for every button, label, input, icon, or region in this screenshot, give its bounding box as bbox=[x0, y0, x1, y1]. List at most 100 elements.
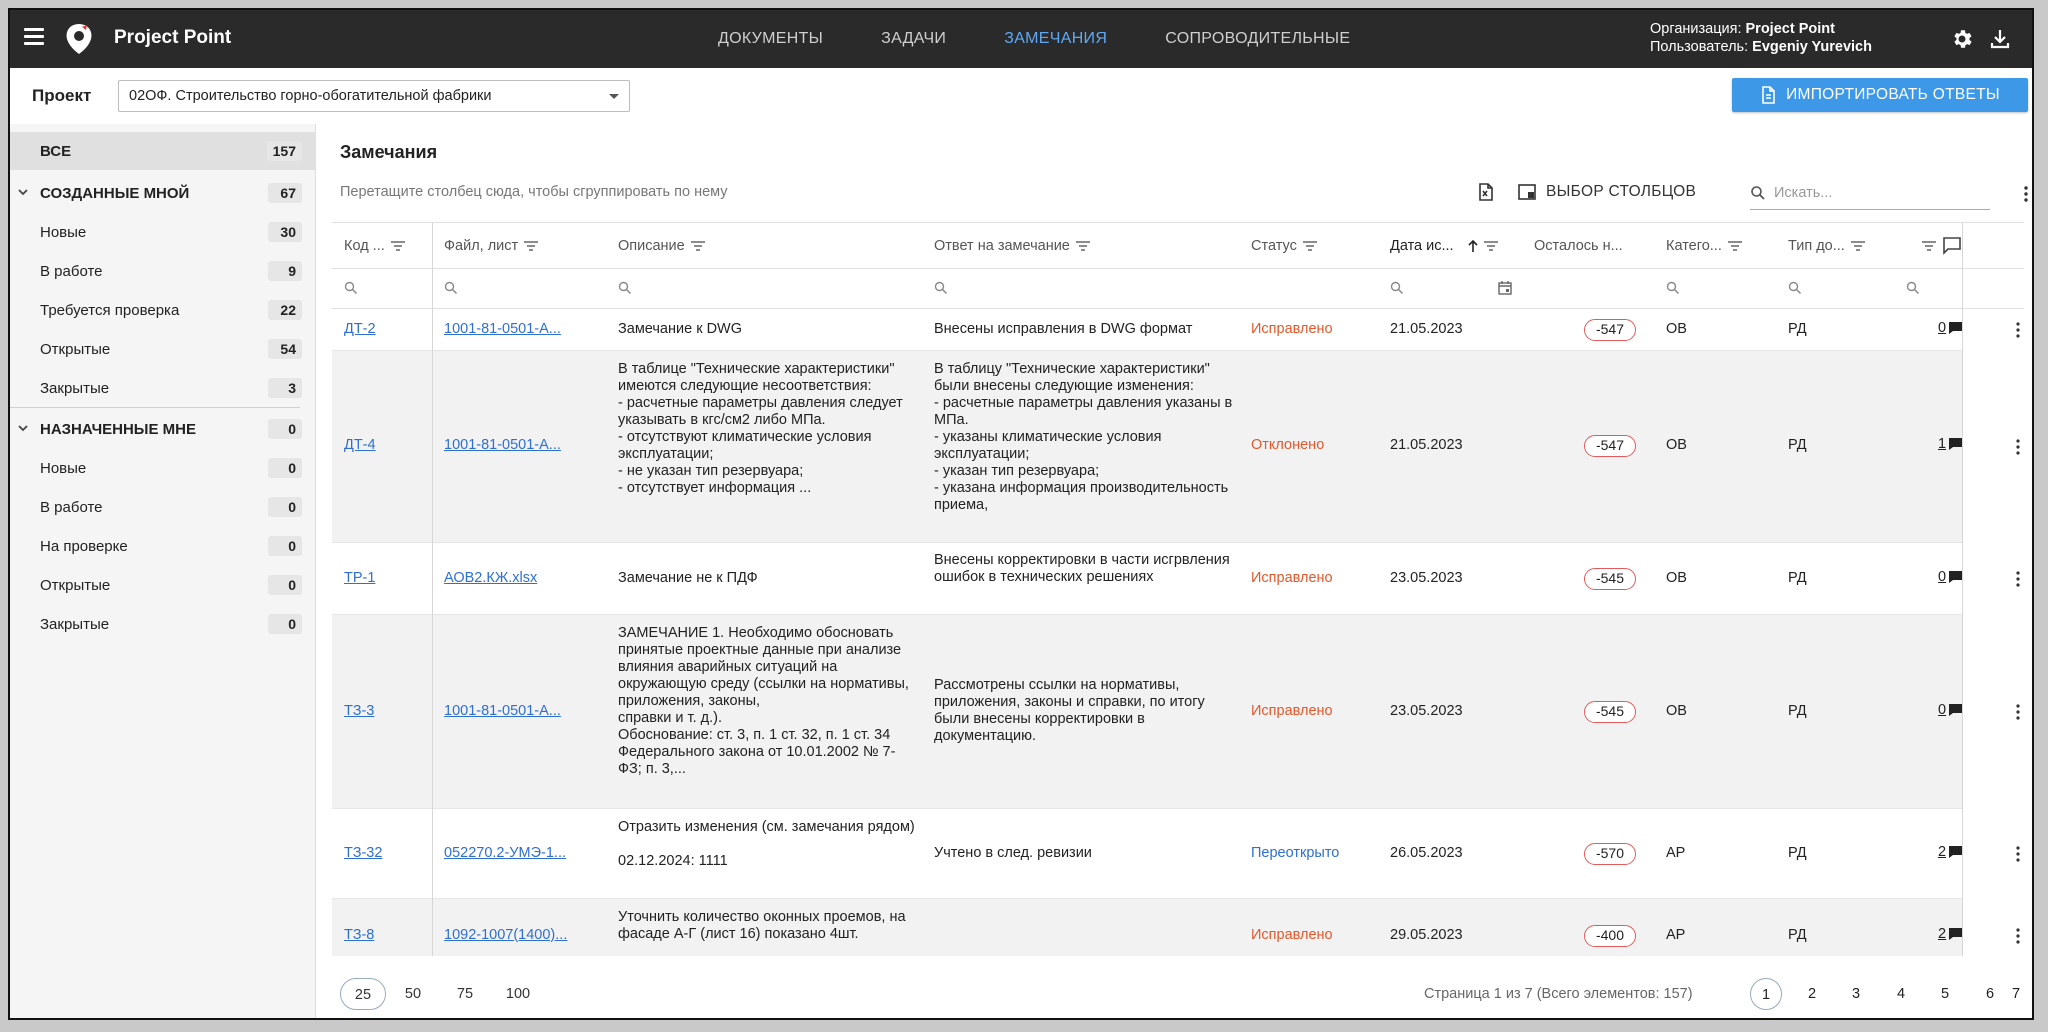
comments-link[interactable]: 2 bbox=[1938, 926, 1962, 942]
calendar-icon[interactable] bbox=[1498, 281, 1512, 295]
row-actions-icon[interactable] bbox=[2016, 928, 2020, 944]
remark-file-link[interactable]: 1001-81-0501-A... bbox=[444, 437, 606, 454]
filter-lines-icon[interactable] bbox=[1727, 240, 1742, 252]
remark-code-link[interactable]: ТЗ-32 bbox=[344, 845, 434, 862]
column-header-doc-type[interactable]: Тип до... bbox=[1788, 223, 1865, 269]
remark-code-link[interactable]: ТР-1 bbox=[344, 570, 434, 587]
comments-link[interactable]: 1 bbox=[1938, 436, 1964, 452]
filter-lines-icon[interactable] bbox=[524, 240, 539, 252]
filter-lines-icon[interactable] bbox=[1302, 240, 1317, 252]
column-chooser-button[interactable]: ВЫБОР СТОЛБЦОВ bbox=[1518, 180, 1696, 204]
gear-icon[interactable] bbox=[1950, 27, 1974, 51]
sidebar-item-created-new[interactable]: Новые 30 bbox=[10, 213, 316, 251]
remark-file-link[interactable]: 052270.2-УМЭ-1... bbox=[444, 845, 606, 862]
sidebar-item-created-check[interactable]: Требуется проверка 22 bbox=[10, 291, 316, 329]
table-row[interactable]: ТЗ-3 1001-81-0501-A... ЗАМЕЧАНИЕ 1. Необ… bbox=[332, 615, 1964, 809]
sidebar-item-created-open[interactable]: Открытые 54 bbox=[10, 330, 316, 368]
column-header-comments[interactable] bbox=[1922, 223, 1962, 269]
column-header-date[interactable]: Дата ис... bbox=[1390, 223, 1498, 269]
filter-lines-icon[interactable] bbox=[1483, 240, 1498, 252]
search-icon[interactable] bbox=[1666, 281, 1680, 295]
page-size-50[interactable]: 50 bbox=[396, 978, 430, 1010]
row-actions-icon[interactable] bbox=[2016, 322, 2020, 338]
column-header-answer[interactable]: Ответ на замечание bbox=[934, 223, 1090, 269]
search-icon[interactable] bbox=[1788, 281, 1802, 295]
page-3-button[interactable]: 3 bbox=[1840, 978, 1872, 1010]
sidebar-item-assigned-closed[interactable]: Закрытые 0 bbox=[10, 605, 316, 643]
remark-answer: В таблицу "Технические характеристики" б… bbox=[934, 361, 1233, 513]
remark-file-link[interactable]: 1001-81-0501-A... bbox=[444, 321, 606, 338]
sidebar-item-assigned-review[interactable]: На проверке 0 bbox=[10, 527, 316, 565]
search-icon[interactable] bbox=[1906, 281, 1920, 295]
import-answers-label: ИМПОРТИРОВАТЬ ОТВЕТЫ bbox=[1786, 86, 2000, 103]
hamburger-menu-icon[interactable] bbox=[24, 28, 44, 50]
table-row[interactable]: ДТ-2 1001-81-0501-A... Замечание к DWG В… bbox=[332, 309, 1964, 351]
column-header-code[interactable]: Код ... bbox=[344, 223, 405, 269]
download-icon[interactable] bbox=[1988, 27, 2012, 51]
nav-accompanying[interactable]: СОПРОВОДИТЕЛЬНЫЕ bbox=[1165, 30, 1350, 48]
search-icon[interactable] bbox=[344, 281, 358, 295]
comments-link[interactable]: 0 bbox=[1938, 320, 1964, 336]
remark-code-link[interactable]: ТЗ-3 bbox=[344, 703, 434, 720]
row-actions-icon[interactable] bbox=[2016, 846, 2020, 862]
sidebar-item-assigned-new[interactable]: Новые 0 bbox=[10, 449, 316, 487]
remark-code-link[interactable]: ДТ-4 bbox=[344, 437, 434, 454]
more-vertical-icon[interactable] bbox=[2024, 186, 2028, 202]
filter-lines-icon[interactable] bbox=[390, 240, 405, 252]
filter-lines-icon[interactable] bbox=[1850, 240, 1865, 252]
project-select[interactable]: 02ОФ. Строительство горно-обогатительной… bbox=[118, 80, 630, 112]
comments-link[interactable]: 0 bbox=[1938, 569, 1964, 585]
row-actions-icon[interactable] bbox=[2016, 704, 2020, 720]
remark-code-link[interactable]: ДТ-2 bbox=[344, 321, 434, 338]
table-row[interactable]: ДТ-4 1001-81-0501-A... В таблице "Технич… bbox=[332, 351, 1964, 543]
remark-file-link[interactable]: 1001-81-0501-A... bbox=[444, 703, 606, 720]
comments-link[interactable]: 2 bbox=[1938, 844, 1964, 860]
page-size-100[interactable]: 100 bbox=[498, 978, 538, 1010]
group-drop-zone[interactable]: Перетащите столбец сюда, чтобы сгруппиро… bbox=[340, 184, 728, 200]
export-excel-icon[interactable] bbox=[1476, 182, 1496, 202]
row-actions-icon[interactable] bbox=[2016, 439, 2020, 455]
page-1-button[interactable]: 1 bbox=[1750, 978, 1782, 1010]
remark-file-link[interactable]: 1092-1007(1400)... bbox=[444, 927, 606, 944]
search-icon[interactable] bbox=[444, 281, 458, 295]
nav-tasks[interactable]: ЗАДАЧИ bbox=[881, 30, 946, 48]
column-header-description[interactable]: Описание bbox=[618, 223, 705, 269]
column-header-status[interactable]: Статус bbox=[1251, 223, 1317, 269]
nav-remarks[interactable]: ЗАМЕЧАНИЯ bbox=[1004, 30, 1107, 48]
search-icon[interactable] bbox=[1390, 281, 1404, 295]
sort-up-icon[interactable] bbox=[1468, 239, 1478, 253]
page-size-25[interactable]: 25 bbox=[340, 978, 386, 1010]
sidebar-item-created-closed[interactable]: Закрытые 3 bbox=[10, 369, 316, 407]
column-header-days-left[interactable]: Осталось н... bbox=[1534, 223, 1623, 269]
table-row[interactable]: ТЗ-8 1092-1007(1400)... Уточнить количес… bbox=[332, 899, 1962, 956]
filter-lines-icon[interactable] bbox=[1075, 240, 1090, 252]
sidebar-group-created[interactable]: СОЗДАННЫЕ МНОЙ 67 bbox=[10, 174, 316, 212]
sidebar-item-created-in-work[interactable]: В работе 9 bbox=[10, 252, 316, 290]
row-actions-icon[interactable] bbox=[2016, 571, 2020, 587]
page-5-button[interactable]: 5 bbox=[1929, 978, 1961, 1010]
sidebar-item-assigned-open[interactable]: Открытые 0 bbox=[10, 566, 316, 604]
table-row[interactable]: ТР-1 АОВ2.КЖ.xlsx Замечание не к ПДФ Вне… bbox=[332, 543, 1964, 615]
comments-link[interactable]: 0 bbox=[1938, 702, 1964, 718]
comment-count: 2 bbox=[1938, 926, 1947, 942]
sidebar-item-all[interactable]: ВСЕ 157 bbox=[10, 132, 316, 170]
sidebar-item-assigned-in-work[interactable]: В работе 0 bbox=[10, 488, 316, 526]
column-header-file[interactable]: Файл, лист bbox=[444, 223, 539, 269]
import-answers-button[interactable]: ИМПОРТИРОВАТЬ ОТВЕТЫ bbox=[1732, 78, 2028, 112]
search-input[interactable] bbox=[1774, 184, 1974, 201]
column-header-category[interactable]: Катего... bbox=[1666, 223, 1742, 269]
table-row[interactable]: ТЗ-32 052270.2-УМЭ-1... Отразить изменен… bbox=[332, 809, 1964, 899]
remark-description: Замечание не к ПДФ bbox=[618, 570, 758, 586]
search-icon[interactable] bbox=[934, 281, 948, 295]
remark-file-link[interactable]: АОВ2.КЖ.xlsx bbox=[444, 570, 606, 587]
page-size-75[interactable]: 75 bbox=[448, 978, 482, 1010]
nav-documents[interactable]: ДОКУМЕНТЫ bbox=[718, 30, 823, 48]
page-2-button[interactable]: 2 bbox=[1796, 978, 1828, 1010]
filter-lines-icon[interactable] bbox=[690, 240, 705, 252]
remark-code-link[interactable]: ТЗ-8 bbox=[344, 927, 434, 944]
page-4-button[interactable]: 4 bbox=[1885, 978, 1917, 1010]
filter-lines-icon[interactable] bbox=[1922, 240, 1936, 252]
search-icon[interactable] bbox=[618, 281, 632, 295]
page-7-button[interactable]: 7 bbox=[2002, 978, 2030, 1010]
sidebar-group-assigned[interactable]: НАЗНАЧЕННЫЕ МНЕ 0 bbox=[10, 410, 316, 448]
